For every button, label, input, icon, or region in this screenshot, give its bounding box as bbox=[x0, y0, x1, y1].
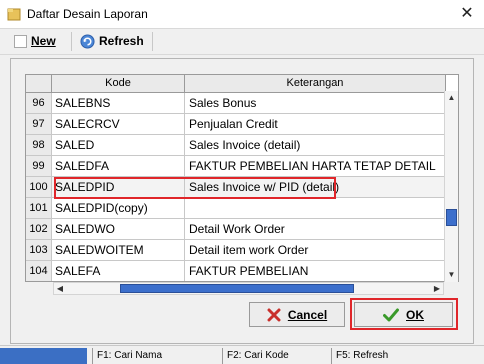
status-bar: F1: Cari Nama F2: Cari Kode F5: Refresh bbox=[0, 345, 484, 364]
cancel-button[interactable]: Cancel bbox=[249, 302, 345, 327]
ok-button-label: OK bbox=[406, 307, 424, 322]
toolbar: New Refresh bbox=[0, 28, 484, 55]
horizontal-scroll-thumb[interactable] bbox=[120, 284, 354, 293]
scroll-right-arrow-icon[interactable]: ▶ bbox=[431, 283, 443, 294]
new-button-label: New bbox=[31, 34, 56, 48]
status-indicator bbox=[0, 348, 87, 364]
kode-cell[interactable]: SALEDPID bbox=[52, 177, 185, 197]
close-button[interactable]: ✕ bbox=[450, 0, 484, 28]
keterangan-cell[interactable]: FAKTUR PEMBELIAN HARTA TETAP DETAIL bbox=[185, 156, 446, 176]
refresh-button[interactable]: Refresh bbox=[80, 31, 144, 51]
report-design-grid[interactable]: Kode Keterangan 96 SALEBNS Sales Bonus 9… bbox=[25, 74, 459, 282]
keterangan-cell[interactable]: Detail item work Order bbox=[185, 240, 446, 260]
header-row-number bbox=[26, 75, 52, 92]
keterangan-cell[interactable] bbox=[185, 198, 446, 218]
kode-cell[interactable]: SALECRCV bbox=[52, 114, 185, 134]
keterangan-cell[interactable]: Penjualan Credit bbox=[185, 114, 446, 134]
row-number: 99 bbox=[26, 156, 52, 176]
scroll-down-arrow-icon[interactable]: ▼ bbox=[445, 268, 458, 282]
close-icon: ✕ bbox=[460, 5, 474, 22]
row-number: 103 bbox=[26, 240, 52, 260]
toolbar-separator bbox=[71, 32, 72, 51]
table-row[interactable]: 104 SALEFA FAKTUR PEMBELIAN bbox=[26, 261, 446, 281]
kode-cell[interactable]: SALEBNS bbox=[52, 93, 185, 113]
kode-cell[interactable]: SALED bbox=[52, 135, 185, 155]
row-number: 96 bbox=[26, 93, 52, 113]
row-number: 104 bbox=[26, 261, 52, 281]
keterangan-cell[interactable]: Detail Work Order bbox=[185, 219, 446, 239]
cancel-button-label: Cancel bbox=[287, 307, 328, 322]
kode-cell[interactable]: SALEDWOITEM bbox=[52, 240, 185, 260]
kode-cell[interactable]: SALEDFA bbox=[52, 156, 185, 176]
table-row-selected[interactable]: 100 SALEDPID Sales Invoice w/ PID (detai… bbox=[26, 177, 446, 198]
row-number: 102 bbox=[26, 219, 52, 239]
title-bar: Daftar Desain Laporan ✕ bbox=[0, 0, 484, 28]
row-number: 101 bbox=[26, 198, 52, 218]
ok-button[interactable]: OK bbox=[354, 302, 453, 327]
grid-header: Kode Keterangan bbox=[26, 75, 446, 93]
table-row[interactable]: 98 SALED Sales Invoice (detail) bbox=[26, 135, 446, 156]
table-row[interactable]: 102 SALEDWO Detail Work Order bbox=[26, 219, 446, 240]
row-number: 100 bbox=[26, 177, 52, 197]
table-row[interactable]: 101 SALEDPID(copy) bbox=[26, 198, 446, 219]
kode-cell[interactable]: SALEFA bbox=[52, 261, 185, 281]
app-icon bbox=[7, 8, 21, 21]
keterangan-cell[interactable]: Sales Invoice w/ PID (detail) bbox=[185, 177, 446, 197]
kode-cell[interactable]: SALEDWO bbox=[52, 219, 185, 239]
row-number: 97 bbox=[26, 114, 52, 134]
table-row[interactable]: 96 SALEBNS Sales Bonus bbox=[26, 93, 446, 114]
vertical-scrollbar[interactable]: ▲ ▼ bbox=[444, 91, 458, 282]
status-shortcut-f1: F1: Cari Nama bbox=[92, 348, 220, 364]
table-row[interactable]: 97 SALECRCV Penjualan Credit bbox=[26, 114, 446, 135]
window-title: Daftar Desain Laporan bbox=[27, 7, 148, 21]
header-keterangan[interactable]: Keterangan bbox=[185, 75, 446, 92]
kode-cell[interactable]: SALEDPID(copy) bbox=[52, 198, 185, 218]
new-document-icon bbox=[14, 34, 27, 48]
scroll-left-arrow-icon[interactable]: ◀ bbox=[54, 283, 66, 294]
refresh-button-label: Refresh bbox=[99, 34, 144, 48]
table-row[interactable]: 103 SALEDWOITEM Detail item work Order bbox=[26, 240, 446, 261]
vertical-scroll-thumb[interactable] bbox=[446, 209, 457, 226]
scroll-up-arrow-icon[interactable]: ▲ bbox=[445, 91, 458, 105]
new-button[interactable]: New bbox=[14, 31, 56, 51]
keterangan-cell[interactable]: Sales Invoice (detail) bbox=[185, 135, 446, 155]
row-number: 98 bbox=[26, 135, 52, 155]
horizontal-scrollbar[interactable]: ◀ ▶ bbox=[53, 282, 444, 295]
keterangan-cell[interactable]: Sales Bonus bbox=[185, 93, 446, 113]
grid-rows: 96 SALEBNS Sales Bonus 97 SALECRCV Penju… bbox=[26, 93, 446, 281]
table-row[interactable]: 99 SALEDFA FAKTUR PEMBELIAN HARTA TETAP … bbox=[26, 156, 446, 177]
header-kode[interactable]: Kode bbox=[52, 75, 185, 92]
keterangan-cell[interactable]: FAKTUR PEMBELIAN bbox=[185, 261, 446, 281]
cancel-x-icon bbox=[267, 308, 281, 321]
status-shortcut-f5: F5: Refresh bbox=[331, 348, 484, 364]
checkmark-icon bbox=[383, 308, 399, 321]
refresh-icon bbox=[80, 33, 95, 49]
status-shortcut-f2: F2: Cari Kode bbox=[222, 348, 329, 364]
toolbar-separator bbox=[152, 32, 153, 51]
